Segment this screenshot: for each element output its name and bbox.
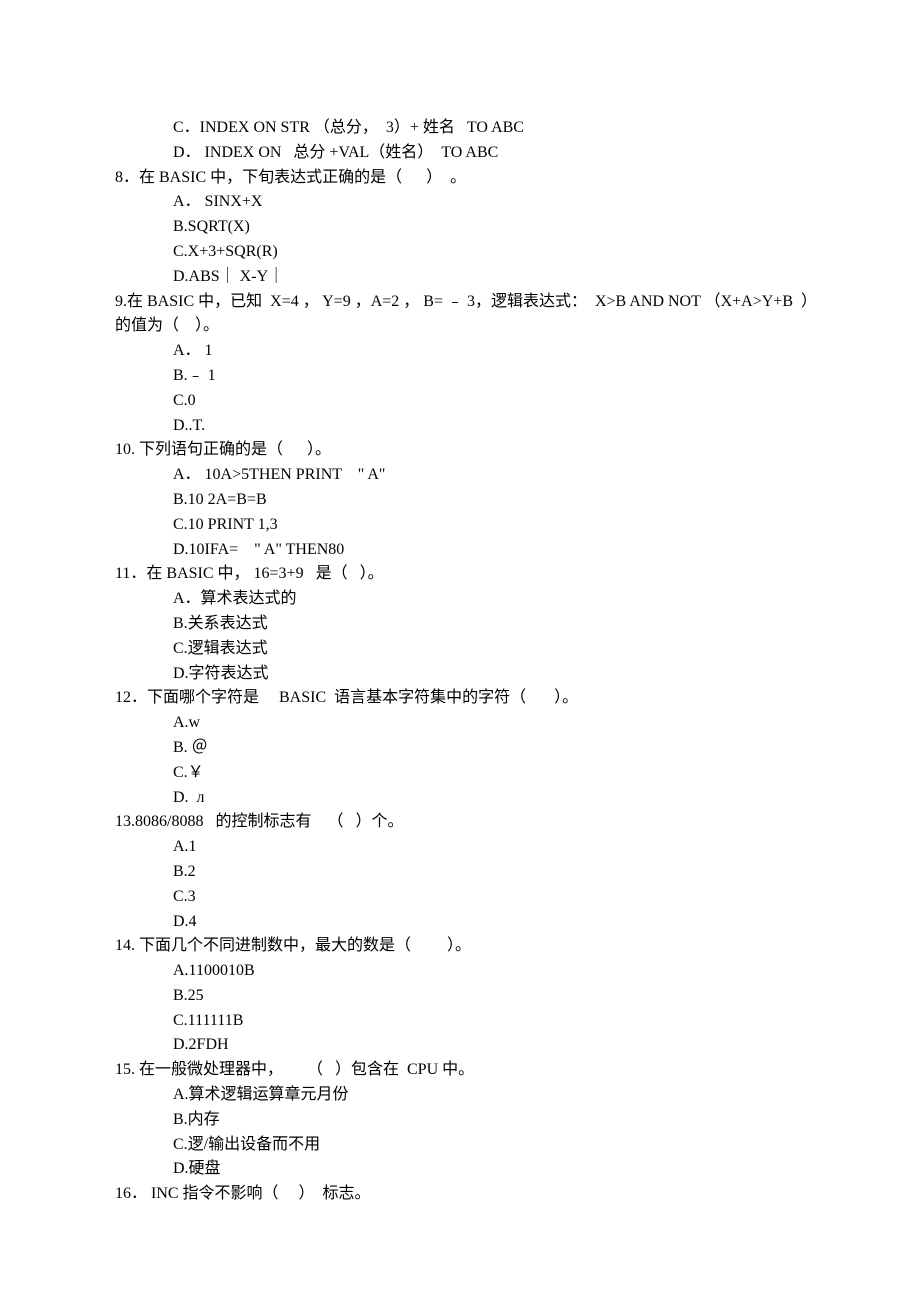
q14-stem: 14. 下面几个不同进制数中，最大的数是（ ）。 (0, 934, 920, 959)
q14-option-d: D.2FDH (0, 1033, 920, 1058)
prev-option-c: C．INDEX ON STR （总分， 3）+ 姓名 TO ABC (0, 116, 920, 141)
q11-option-b: B.关系表达式 (0, 612, 920, 637)
q11-stem: 11．在 BASIC 中， 16=3+9 是（ ）。 (0, 562, 920, 587)
q14-option-c: C.111111B (0, 1009, 920, 1034)
q8-option-b: B.SQRT(X) (0, 215, 920, 240)
q15-option-a: A.算术逻辑运算章元月份 (0, 1083, 920, 1108)
q9-option-b: B.﹣ 1 (0, 364, 920, 389)
q8-option-d: D.ABS｜ X-Y｜ (0, 265, 920, 290)
q14-option-b: B.25 (0, 984, 920, 1009)
q10-option-a: A． 10A>5THEN PRINT " A" (0, 463, 920, 488)
q10-option-d: D.10IFA= " A" THEN80 (0, 538, 920, 563)
q9-stem-line1: 9.在 BASIC 中，已知 X=4 ， Y=9 ，A=2 ， B= ﹣ 3，逻… (0, 290, 920, 315)
q12-stem: 12．下面哪个字符是 BASIC 语言基本字符集中的字符（ ）。 (0, 686, 920, 711)
q13-option-a: A.1 (0, 835, 920, 860)
q8-option-c: C.X+3+SQR(R) (0, 240, 920, 265)
q12-option-c: C.￥ (0, 761, 920, 786)
q8-option-a: A． SINX+X (0, 190, 920, 215)
q15-stem: 15. 在一般微处理器中， （ ）包含在 CPU 中。 (0, 1058, 920, 1083)
q13-option-c: C.3 (0, 885, 920, 910)
q14-option-a: A.1100010B (0, 959, 920, 984)
q11-option-c: C.逻辑表达式 (0, 637, 920, 662)
document-page: C．INDEX ON STR （总分， 3）+ 姓名 TO ABC D． IND… (0, 0, 920, 1303)
q15-option-d: D.硬盘 (0, 1157, 920, 1182)
q11-option-a: A．算术表达式的 (0, 587, 920, 612)
q11-option-d: D.字符表达式 (0, 662, 920, 687)
q9-option-d: D..T. (0, 414, 920, 439)
q15-option-b: B.内存 (0, 1108, 920, 1133)
q12-option-a: A.w (0, 711, 920, 736)
q9-option-c: C.0 (0, 389, 920, 414)
q9-option-a: A． 1 (0, 339, 920, 364)
q12-option-d: D. л (0, 786, 920, 811)
q13-option-b: B.2 (0, 860, 920, 885)
q10-stem: 10. 下列语句正确的是（ ）。 (0, 438, 920, 463)
q16-stem: 16． INC 指令不影响（ ） 标志。 (0, 1182, 920, 1207)
q12-option-b: B. ＠ (0, 736, 920, 761)
q15-option-c: C.逻/输出设备而不用 (0, 1133, 920, 1158)
q13-option-d: D.4 (0, 910, 920, 935)
q10-option-c: C.10 PRINT 1,3 (0, 513, 920, 538)
prev-option-d: D． INDEX ON 总分 +VAL（姓名） TO ABC (0, 141, 920, 166)
q13-stem: 13.8086/8088 的控制标志有 （ ）个。 (0, 810, 920, 835)
q10-option-b: B.10 2A=B=B (0, 488, 920, 513)
q8-stem: 8．在 BASIC 中，下旬表达式正确的是（ ） 。 (0, 166, 920, 191)
q9-stem-line2: 的值为（ ）。 (0, 314, 920, 339)
